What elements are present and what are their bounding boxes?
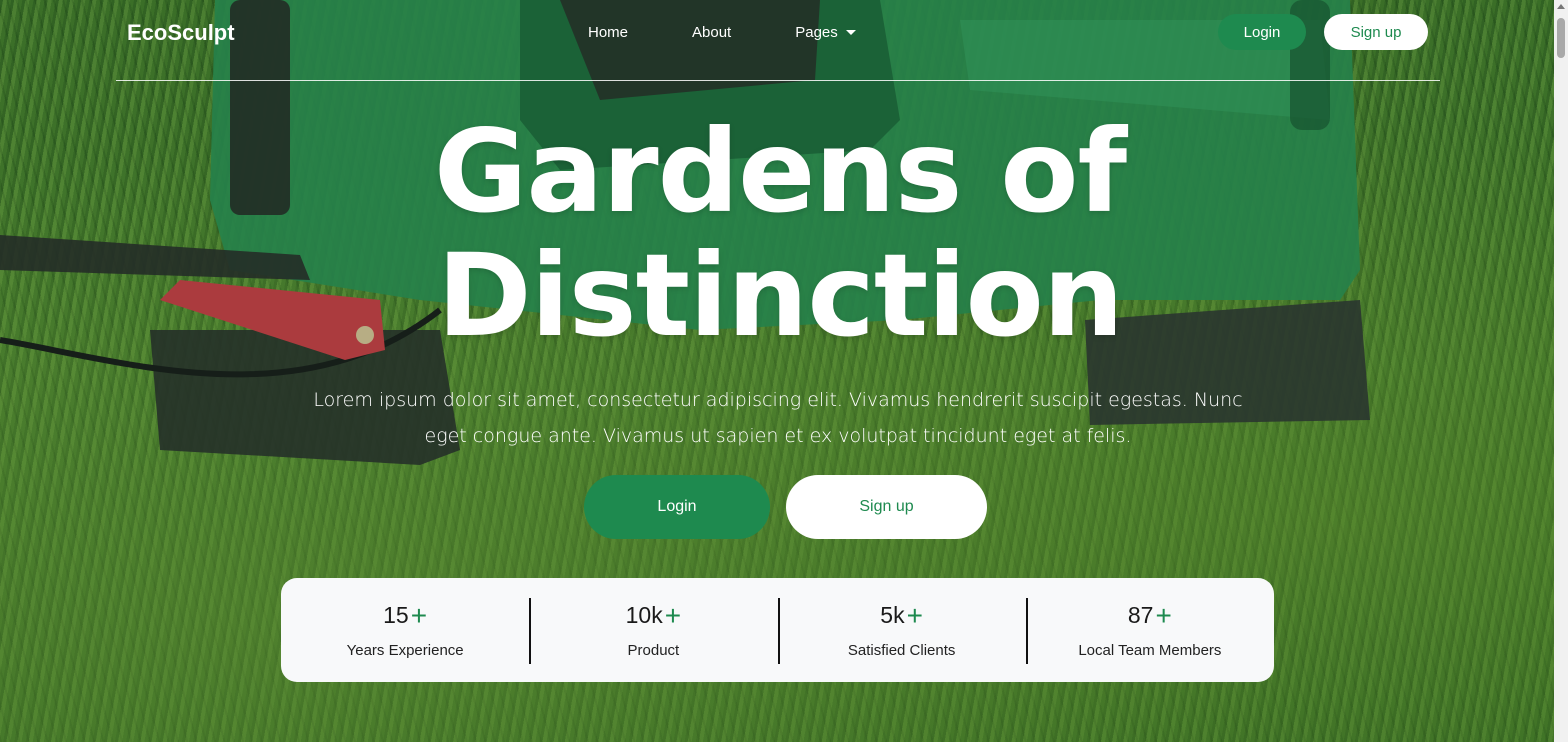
brand-logo[interactable]: EcoSculpt [127, 20, 235, 46]
scrollbar-thumb[interactable] [1557, 18, 1565, 58]
stats-card: 15 + Years Experience 10k + Product 5k +… [281, 578, 1274, 682]
stat-value: 87 + [1127, 599, 1172, 631]
stat-number: 87 [1127, 602, 1154, 628]
hero-title-line: Gardens of [433, 105, 1127, 238]
stat-number: 15 [383, 602, 409, 628]
nav-link-home[interactable]: Home [588, 24, 628, 41]
stat-item: 15 + Years Experience [281, 578, 529, 682]
nav-link-label: About [692, 24, 732, 41]
stat-item: 87 + Local Team Members [1025, 578, 1274, 682]
nav-link-about[interactable]: About [692, 24, 731, 41]
stat-value: 15 + [383, 599, 428, 631]
stat-item: 5k + Satisfied Clients [777, 578, 1026, 682]
page-scrollbar[interactable] [1554, 0, 1568, 742]
hero-signup-button[interactable]: Sign up [786, 475, 987, 539]
hero-description: Lorem ipsum dolor sit amet, consectetur … [313, 389, 1243, 447]
plus-icon: + [1155, 599, 1172, 631]
nav-link-label: Pages [795, 24, 838, 41]
nav-link-label: Home [588, 24, 629, 41]
stat-label: Product [627, 641, 680, 659]
stat-number: 5k [880, 602, 905, 628]
hero-title-line: Distinction [437, 229, 1124, 362]
hero-login-button[interactable]: Login [584, 475, 770, 539]
plus-icon: + [410, 599, 428, 631]
stat-label: Local Team Members [1078, 641, 1222, 659]
stat-value: 10k + [625, 599, 682, 631]
nav-login-button[interactable]: Login [1218, 14, 1306, 50]
navbar: EcoSculpt Home About Pages Login Sign up [116, 0, 1440, 81]
stat-value: 5k + [880, 599, 923, 631]
nav-link-pages-dropdown[interactable]: Pages [795, 24, 856, 41]
nav-links: Home About Pages [588, 24, 920, 41]
hero-title: Gardens of Distinction [300, 110, 1260, 358]
stat-label: Satisfied Clients [847, 641, 956, 659]
nav-signup-button[interactable]: Sign up [1324, 14, 1428, 50]
plus-icon: + [664, 599, 682, 631]
scroll-up-icon[interactable] [1557, 4, 1565, 9]
stat-item: 10k + Product [529, 578, 777, 682]
stat-number: 10k [625, 602, 663, 628]
caret-down-icon [845, 30, 856, 35]
stat-label: Years Experience [346, 641, 464, 659]
plus-icon: + [906, 599, 923, 631]
